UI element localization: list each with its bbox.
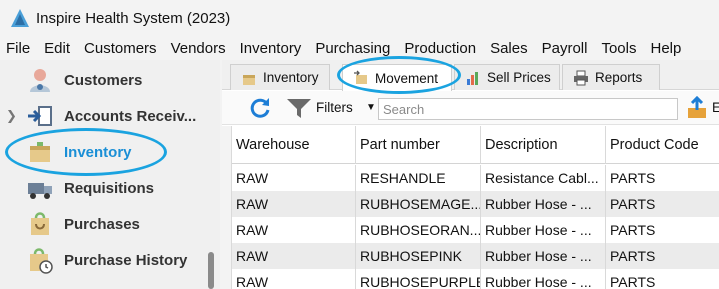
main-panel: Inventory Movement Sell Prices Reports F… <box>222 60 719 289</box>
menu-purchasing[interactable]: Purchasing <box>315 40 390 57</box>
filters-button[interactable]: Filters <box>316 100 353 115</box>
purchases-icon <box>31 212 49 235</box>
sidebar-item-purchases[interactable]: Purchases <box>0 206 200 242</box>
purchase-history-icon <box>30 248 53 274</box>
menu-production[interactable]: Production <box>404 40 476 57</box>
customers-icon <box>30 69 50 92</box>
sidebar-item-label: Purchases <box>64 215 140 233</box>
column-header-part-number[interactable]: Part number <box>356 126 481 164</box>
sidebar-scrollbar-thumb[interactable] <box>208 252 214 289</box>
table-row[interactable]: RAW RUBHOSEMAGE... Rubber Hose - ... PAR… <box>232 191 719 217</box>
tab-reports[interactable]: Reports <box>562 64 660 90</box>
title-bar: Inspire Health System (2023) <box>0 0 719 36</box>
sidebar-item-label: Accounts Receiv... <box>64 107 197 125</box>
data-grid: Warehouse Part number Description Produc… <box>232 126 719 289</box>
menu-edit[interactable]: Edit <box>44 40 70 57</box>
cell-warehouse: RAW <box>232 217 356 243</box>
menu-payroll[interactable]: Payroll <box>542 40 588 57</box>
movement-tab-icon <box>354 70 367 84</box>
tab-label: Inventory <box>263 70 319 85</box>
toolbar: Filters ▼ E <box>222 91 719 125</box>
filters-dropdown-arrow-icon[interactable]: ▼ <box>366 102 376 113</box>
tab-movement[interactable]: Movement <box>342 64 452 91</box>
export-button[interactable]: E <box>712 100 719 115</box>
table-row[interactable]: RAW RESHANDLE Resistance Cabl... PARTS <box>232 165 719 191</box>
cell-part-number: RUBHOSEMAGE... <box>356 191 481 217</box>
cell-description: Resistance Cabl... <box>481 165 606 191</box>
cell-description: Rubber Hose - ... <box>481 217 606 243</box>
menu-sales[interactable]: Sales <box>490 40 528 57</box>
tab-label: Reports <box>595 70 643 85</box>
cell-product-code: PARTS <box>610 274 656 289</box>
column-header-warehouse[interactable]: Warehouse <box>232 126 356 164</box>
inventory-tab-icon <box>243 74 255 85</box>
cell-warehouse: RAW <box>232 243 356 269</box>
tab-label: Movement <box>375 70 439 86</box>
menu-bar: File Edit Customers Vendors Inventory Pu… <box>0 36 719 60</box>
sidebar-item-label: Inventory <box>64 143 132 161</box>
export-icon[interactable] <box>686 96 708 120</box>
sidebar-item-inventory[interactable]: Inventory <box>0 134 200 170</box>
menu-tools[interactable]: Tools <box>601 40 636 57</box>
search-input[interactable] <box>378 98 678 120</box>
table-row[interactable]: RAW RUBHOSEPINK Rubber Hose - ... PARTS <box>232 243 719 269</box>
sell-prices-tab-icon <box>467 71 478 85</box>
sidebar-item-requisitions[interactable]: Requisitions <box>0 170 200 206</box>
cell-part-number: RUBHOSEORAN... <box>356 217 481 243</box>
menu-customers[interactable]: Customers <box>84 40 157 57</box>
menu-help[interactable]: Help <box>651 40 682 57</box>
cell-part-number: RUBHOSEPINK <box>356 243 481 269</box>
tab-label: Sell Prices <box>487 70 551 85</box>
cell-product-code: PARTS <box>610 170 656 186</box>
cell-warehouse: RAW <box>232 165 356 191</box>
sidebar-item-accounts-receivable[interactable]: ❯ Accounts Receiv... <box>0 98 200 134</box>
cell-part-number: RUBHOSEPURPLE <box>356 269 481 289</box>
window-title: Inspire Health System (2023) <box>36 9 231 27</box>
menu-vendors[interactable]: Vendors <box>171 40 226 57</box>
table-row[interactable]: RAW RUBHOSEORAN... Rubber Hose - ... PAR… <box>232 217 719 243</box>
cell-description: Rubber Hose - ... <box>481 191 606 217</box>
tab-inventory[interactable]: Inventory <box>230 64 330 90</box>
inventory-icon <box>30 142 50 162</box>
menu-inventory[interactable]: Inventory <box>240 40 302 57</box>
grid-row-indicator-rail <box>222 126 232 289</box>
column-header-description[interactable]: Description <box>481 126 606 164</box>
printer-icon <box>574 70 588 85</box>
app-logo-icon <box>11 9 29 27</box>
column-header-product-code[interactable]: Product Code <box>606 126 719 164</box>
sidebar-item-label: Purchase History <box>64 251 188 269</box>
tab-strip: Inventory Movement Sell Prices Reports <box>222 60 719 91</box>
sidebar-item-label: Customers <box>64 71 143 89</box>
cell-part-number: RESHANDLE <box>356 165 481 191</box>
cell-warehouse: RAW <box>232 269 356 289</box>
sidebar-item-purchase-history[interactable]: Purchase History <box>0 242 200 278</box>
tab-sell-prices[interactable]: Sell Prices <box>454 64 560 90</box>
menu-file[interactable]: File <box>6 40 30 57</box>
cell-description: Rubber Hose - ... <box>481 243 606 269</box>
cell-description: Rubber Hose - ... <box>481 269 606 289</box>
requisitions-icon <box>28 183 52 199</box>
chevron-right-icon[interactable]: ❯ <box>6 108 17 124</box>
grid-header: Warehouse Part number Description Produc… <box>232 126 719 164</box>
sidebar-item-label: Requisitions <box>64 179 155 197</box>
accounts-receivable-icon <box>28 106 52 126</box>
cell-product-code: PARTS <box>610 248 656 264</box>
cell-product-code: PARTS <box>610 196 656 212</box>
cell-product-code: PARTS <box>610 222 656 238</box>
filter-icon[interactable] <box>286 96 312 120</box>
table-row[interactable]: RAW RUBHOSEPURPLE Rubber Hose - ... PART… <box>232 269 719 289</box>
sidebar: Customers ❯ Accounts Receiv... Inventory… <box>0 60 220 289</box>
cell-warehouse: RAW <box>232 191 356 217</box>
sidebar-item-customers[interactable]: Customers <box>0 62 200 98</box>
refresh-icon[interactable] <box>248 96 272 120</box>
